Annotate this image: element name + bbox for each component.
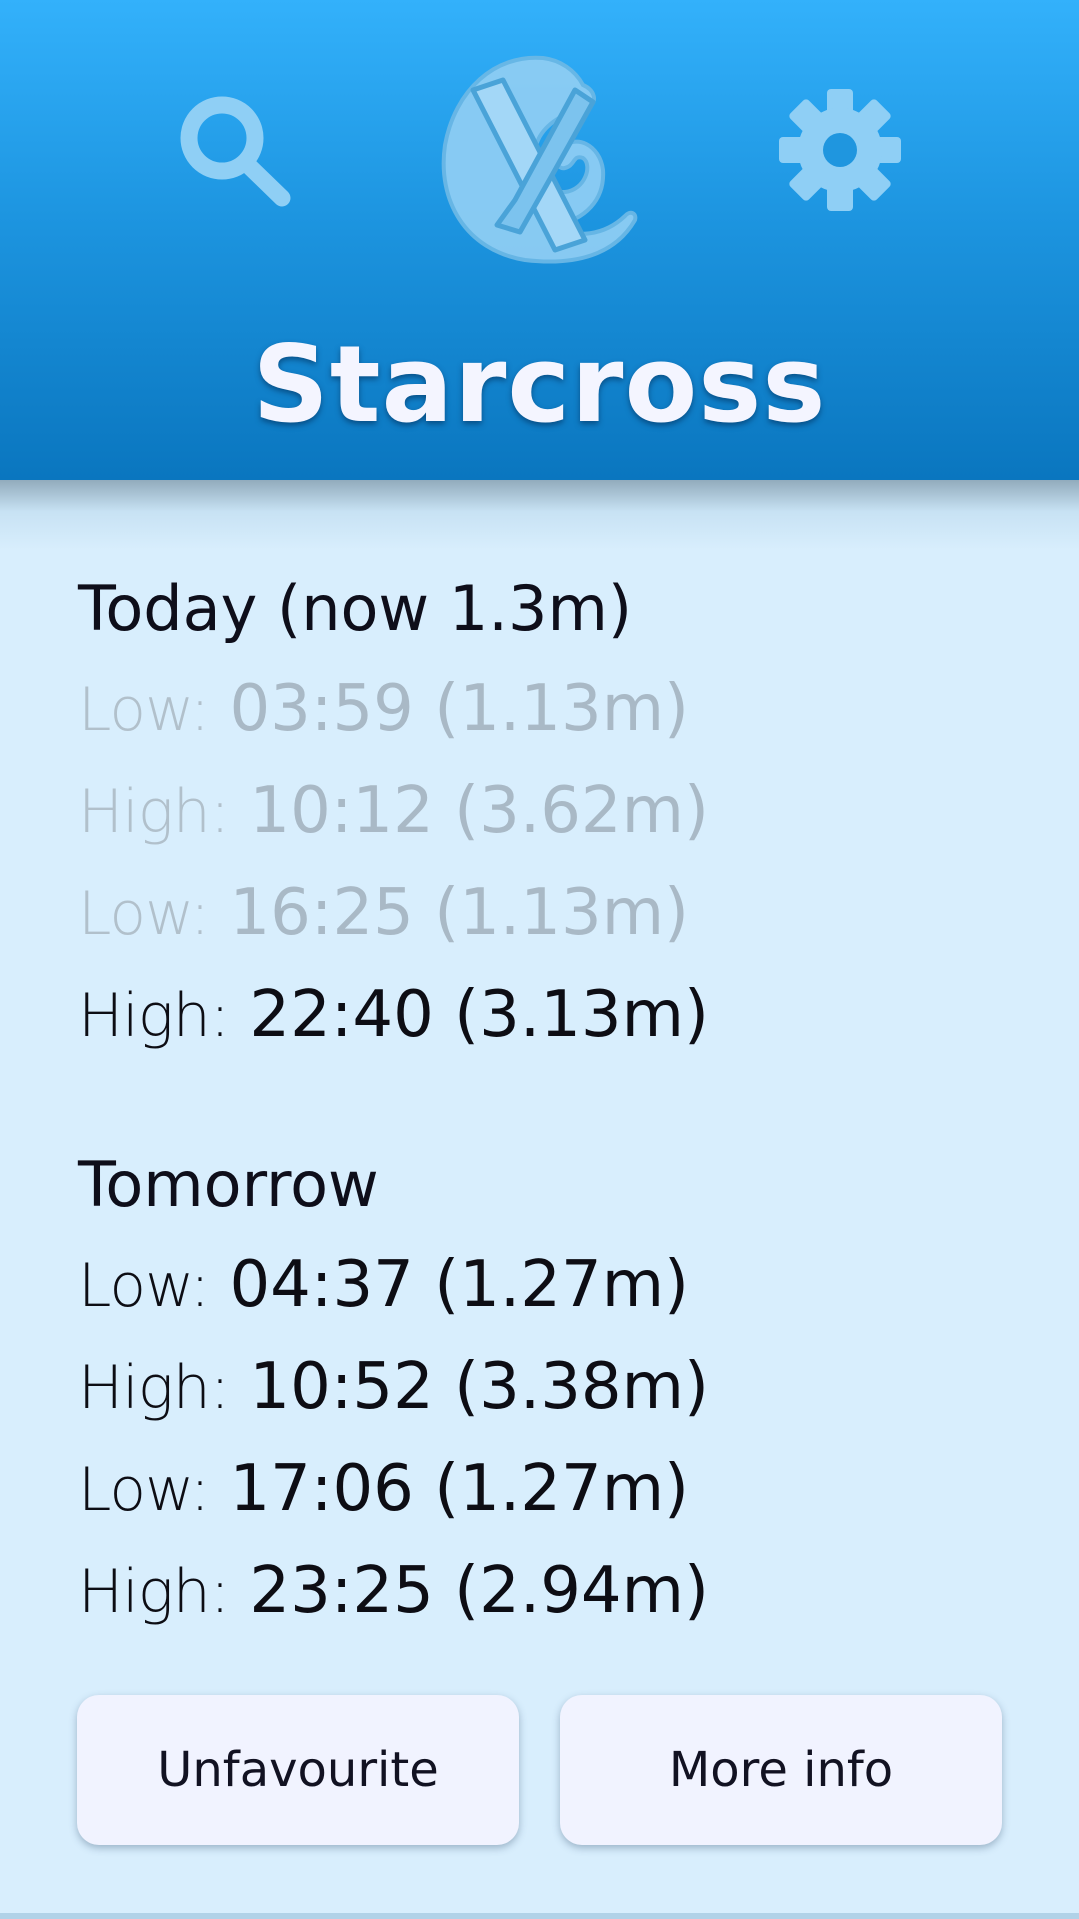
tomorrow-tide-row: Low: 04:37 (1.27m) xyxy=(78,1234,1038,1336)
tide-label: High: xyxy=(78,1557,230,1627)
today-tide-row: Low: 03:59 (1.13m) xyxy=(78,658,1038,760)
tide-content: Today (now 1.3m) Low: 03:59 (1.13m) High… xyxy=(78,560,1038,1642)
unfavourite-button[interactable]: Unfavourite xyxy=(77,1695,519,1845)
tide-value: 10:12 (3.62m) xyxy=(249,774,709,848)
tide-value: 23:25 (2.94m) xyxy=(249,1554,709,1628)
today-tide-row: High: 10:12 (3.62m) xyxy=(78,760,1038,862)
today-tide-row: Low: 16:25 (1.13m) xyxy=(78,862,1038,964)
tide-label: Low: xyxy=(78,675,210,745)
settings-button[interactable] xyxy=(775,85,905,215)
tomorrow-tide-row: Low: 17:06 (1.27m) xyxy=(78,1438,1038,1540)
tomorrow-heading: Tomorrow xyxy=(78,1148,379,1221)
tide-value: 04:37 (1.27m) xyxy=(229,1248,689,1322)
tide-label: Low: xyxy=(78,879,210,949)
today-tide-row: High: 22:40 (3.13m) xyxy=(78,964,1038,1066)
tide-label: High: xyxy=(78,1353,230,1423)
tomorrow-tide-row: High: 10:52 (3.38m) xyxy=(78,1336,1038,1438)
search-icon xyxy=(180,96,291,207)
tide-label: High: xyxy=(78,981,230,1051)
tide-value: 16:25 (1.13m) xyxy=(229,876,689,950)
header-shadow xyxy=(0,480,1079,550)
more-info-button[interactable]: More info xyxy=(560,1695,1002,1845)
tide-value: 03:59 (1.13m) xyxy=(229,672,689,746)
tide-label: Low: xyxy=(78,1455,210,1525)
location-title: Starcross xyxy=(252,323,827,446)
tide-value: 10:52 (3.38m) xyxy=(249,1350,709,1424)
tide-label: High: xyxy=(78,777,230,847)
today-heading: Today (now 1.3m) xyxy=(78,572,633,645)
app-logo-icon xyxy=(441,55,638,264)
gear-icon xyxy=(779,89,901,211)
tide-label: Low: xyxy=(78,1251,210,1321)
tide-value: 17:06 (1.27m) xyxy=(229,1452,689,1526)
app-header: Starcross xyxy=(0,0,1079,480)
tide-value: 22:40 (3.13m) xyxy=(249,978,709,1052)
bottom-edge xyxy=(0,1913,1079,1919)
search-button[interactable] xyxy=(170,88,300,218)
tomorrow-tide-row: High: 23:25 (2.94m) xyxy=(78,1540,1038,1642)
